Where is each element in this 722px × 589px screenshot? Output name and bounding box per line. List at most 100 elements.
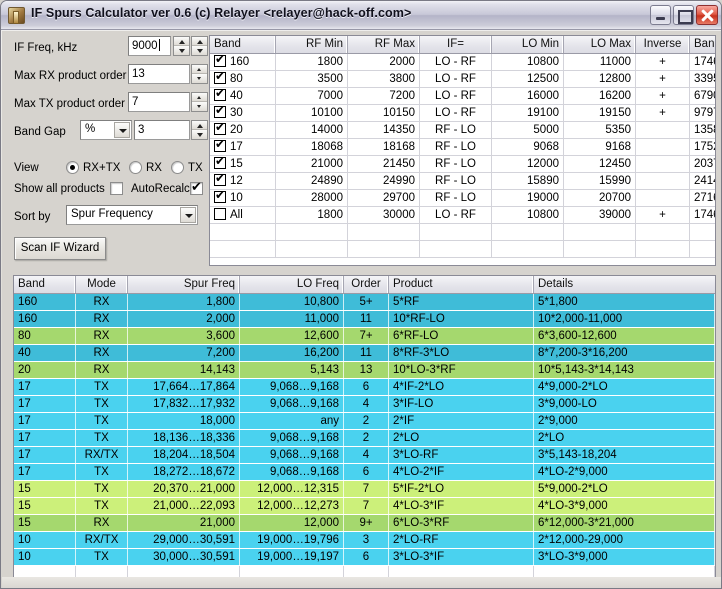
band-cell-band[interactable]: All [210, 207, 276, 223]
band-gap-up[interactable] [192, 121, 207, 130]
band-cell-band[interactable]: 15 [210, 156, 276, 172]
if-freq-up-fine[interactable] [192, 37, 207, 46]
max-tx-order-input[interactable]: 7 [128, 92, 190, 112]
spur-col-header[interactable]: LO Freq [240, 276, 344, 293]
band-cell-band[interactable]: 80 [210, 71, 276, 87]
band-cell-band[interactable]: 30 [210, 105, 276, 121]
spur-table-row[interactable]: 15 TX 21,000…22,093 12,000…12,273 7 4*LO-3*IF… [14, 498, 715, 515]
spur-table-row[interactable]: 10 RX/TX 29,000…30,591 19,000…19,796 3 2*LO-R… [14, 532, 715, 549]
spur-cell-spur: 7,200 [128, 345, 240, 361]
spur-col-header[interactable]: Band [14, 276, 76, 293]
spur-cell-lo: 19,000…19,197 [240, 549, 344, 565]
spur-table-row[interactable]: 80 RX 3,600 12,600 7+ 6*RF-LO 6*3,600-12,600 [14, 328, 715, 345]
spur-table-row[interactable]: 17 TX 18,272…18,672 9,068…9,168 6 4*LO-2*IF 4*… [14, 464, 715, 481]
band-table-row[interactable]: 40 70007200LO - RF1600016200+6790 … 7416 [210, 88, 715, 105]
band-table[interactable]: Band RF Min RF Max IF= LO Min LO Max Inverse Ba… [209, 35, 716, 266]
band-table-row[interactable]: 12 2489024990RF - LO1589015990 24144 … 257… [210, 173, 715, 190]
band-gap-unit-select[interactable]: % [80, 120, 132, 140]
if-freq-down-coarse[interactable] [174, 46, 189, 55]
band-col-header[interactable]: LO Min [492, 36, 564, 53]
minimize-button[interactable] [650, 5, 671, 25]
band-enable-checkbox[interactable] [214, 139, 226, 152]
band-table-row[interactable]: 10 2800029700RF - LO1900020700 27160 … 305… [210, 190, 715, 207]
band-table-row[interactable]: All 180030000LO - RF1080039000+1746 … 309… [210, 207, 715, 224]
close-button[interactable] [696, 5, 718, 25]
band-cell-band[interactable]: 10 [210, 190, 276, 206]
spur-col-header[interactable]: Mode [76, 276, 128, 293]
band-enable-checkbox[interactable] [214, 105, 226, 118]
autorecalc-checkbox[interactable] [190, 180, 203, 195]
sort-by-select[interactable]: Spur Frequency [66, 205, 198, 225]
band-table-row[interactable]: 20 1400014350RF - LO50005350 13580 … 14780 [210, 122, 715, 139]
spur-col-header[interactable]: Spur Freq [128, 276, 240, 293]
spur-table-row[interactable]: 17 TX 18,136…18,336 9,068…9,168 2 2*LO 2*LO [14, 430, 715, 447]
spur-col-header[interactable]: Product [389, 276, 534, 293]
band-cell-band[interactable]: 17 [210, 139, 276, 155]
spur-table-row[interactable]: 17 TX 17,832…17,932 9,068…9,168 4 3*IF-LO 3*9,… [14, 396, 715, 413]
if-freq-down-fine[interactable] [192, 46, 207, 55]
band-enable-checkbox[interactable] [214, 71, 226, 84]
max-tx-order-stepper[interactable] [191, 92, 208, 112]
sort-by-label: Sort by [14, 211, 51, 223]
spur-table-row[interactable]: 15 RX 21,000 12,000 9+ 6*LO-3*RF 6*12,000-3*21… [14, 515, 715, 532]
max-tx-order-down[interactable] [192, 102, 207, 111]
band-gap-input[interactable]: 3 [134, 120, 190, 140]
view-radio-rx[interactable] [129, 161, 142, 174]
band-enable-checkbox[interactable] [214, 88, 226, 101]
band-table-row[interactable]: 15 2100021450RF - LO1200012450 20370 … 220… [210, 156, 715, 173]
spur-details-table[interactable]: Band Mode Spur Freq LO Freq Order Product Deta… [13, 275, 716, 580]
spur-table-row[interactable]: 17 TX 17,664…17,864 9,068…9,168 6 4*IF-2*LO 4*… [14, 379, 715, 396]
spur-table-row[interactable]: 17 TX 18,000 any 2 2*IF 2*9,000 [14, 413, 715, 430]
max-rx-order-down[interactable] [192, 74, 207, 83]
band-col-header[interactable]: RF Max [348, 36, 420, 53]
band-col-header[interactable]: LO Max [564, 36, 636, 53]
if-freq-stepper-coarse[interactable] [173, 36, 190, 56]
band-enable-checkbox[interactable] [214, 54, 226, 67]
chevron-down-icon[interactable] [114, 122, 130, 138]
spur-table-row[interactable]: 20 RX 14,143 5,143 13 10*LO-3*RF 10*5,143-3*14… [14, 362, 715, 379]
band-cell-band[interactable]: 20 [210, 122, 276, 138]
spur-table-row[interactable]: 160 RX 2,000 11,000 11 10*RF-LO 10*2,000-11,00… [14, 311, 715, 328]
max-tx-order-up[interactable] [192, 93, 207, 102]
band-table-row[interactable]: 17 1806818168RF - LO90689168 17526 … 18713 [210, 139, 715, 156]
band-table-row[interactable]: 160 18002000LO - RF1080011000+1746 … 2060 [210, 54, 715, 71]
spur-col-header[interactable]: Order [344, 276, 389, 293]
view-radio-rxtx[interactable] [66, 161, 79, 174]
band-enable-checkbox[interactable] [214, 190, 226, 203]
show-all-products-checkbox[interactable] [110, 182, 123, 195]
band-table-body[interactable]: 16018002000LO - RF1080011000+1746 … 2060… [210, 54, 715, 258]
band-enable-checkbox[interactable] [214, 156, 226, 169]
band-enable-checkbox[interactable] [214, 173, 226, 186]
max-rx-order-input[interactable]: 13 [128, 64, 190, 84]
spur-table-row[interactable]: 15 TX 20,370…21,000 12,000…12,315 7 5*IF-2*LO… [14, 481, 715, 498]
if-freq-up-coarse[interactable] [174, 37, 189, 46]
band-enable-checkbox[interactable] [214, 208, 226, 220]
band-table-row[interactable]: 80 35003800LO - RF1250012800+3395 … 3914 [210, 71, 715, 88]
spur-table-row[interactable]: 17 RX/TX 18,204…18,504 9,068…9,168 4 3*LO-RF 3… [14, 447, 715, 464]
band-col-header[interactable]: RF Min [276, 36, 348, 53]
band-gap-stepper[interactable] [191, 120, 208, 140]
if-freq-stepper-fine[interactable] [191, 36, 208, 56]
chevron-down-icon[interactable] [180, 207, 196, 223]
spur-table-row[interactable]: 40 RX 7,200 16,200 11 8*RF-3*LO 8*7,200-3*16,2… [14, 345, 715, 362]
if-freq-input[interactable]: 9000 [128, 36, 171, 56]
scan-if-wizard-button[interactable]: Scan IF Wizard [14, 237, 106, 260]
band-enable-checkbox[interactable] [214, 122, 226, 135]
spur-table-row[interactable]: 160 RX 1,800 10,800 5+ 5*RF 5*1,800 [14, 294, 715, 311]
band-table-row[interactable]: 30 1010010150LO - RF1910019150+9797 … 104… [210, 105, 715, 122]
band-col-header[interactable]: Band Freq +/- Gap [690, 36, 715, 53]
band-col-header[interactable]: Band [210, 36, 276, 53]
band-gap-down[interactable] [192, 130, 207, 139]
band-col-header[interactable]: IF= [420, 36, 492, 53]
maximize-button[interactable] [673, 5, 694, 25]
max-rx-order-stepper[interactable] [191, 64, 208, 84]
band-cell-band[interactable]: 40 [210, 88, 276, 104]
spur-table-row[interactable]: 10 TX 30,000…30,591 19,000…19,197 6 3*LO-3*IF… [14, 549, 715, 566]
band-col-header[interactable]: Inverse [636, 36, 690, 53]
view-radio-tx[interactable] [171, 161, 184, 174]
spur-table-body[interactable]: 160 RX 1,800 10,800 5+ 5*RF 5*1,800 160 RX 2,000 1… [14, 294, 715, 579]
max-rx-order-up[interactable] [192, 65, 207, 74]
band-cell-band[interactable]: 12 [210, 173, 276, 189]
spur-col-header[interactable]: Details [534, 276, 715, 293]
band-cell-band[interactable]: 160 [210, 54, 276, 70]
